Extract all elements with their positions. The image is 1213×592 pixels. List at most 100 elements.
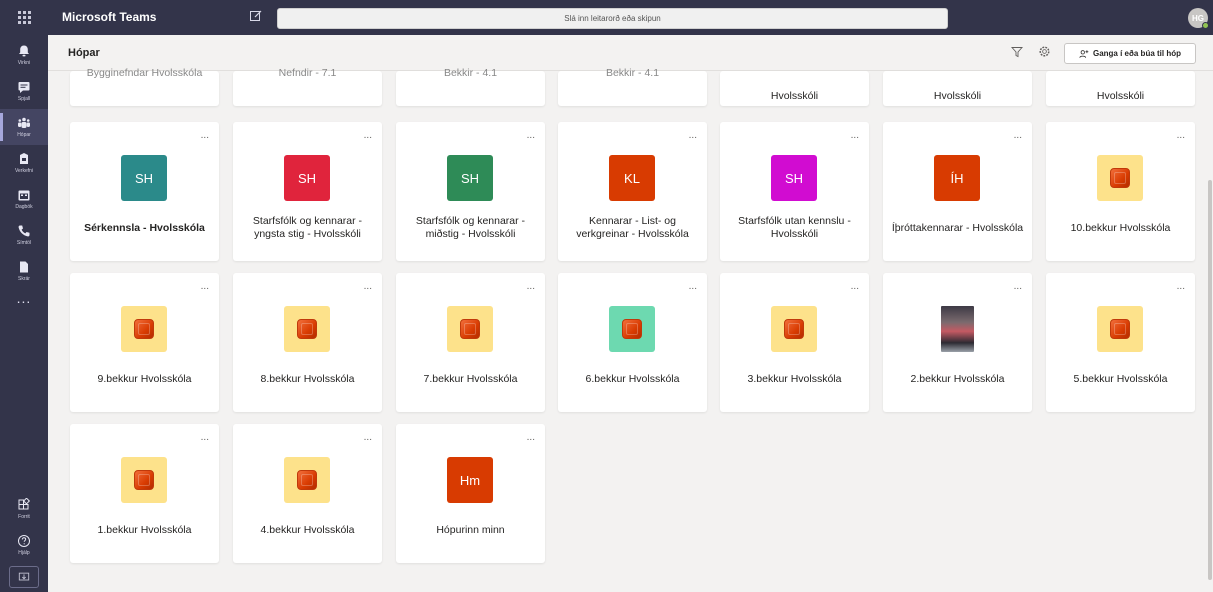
search-input[interactable]: Slá inn leitarorð eða skipun	[277, 8, 948, 29]
team-avatar	[121, 306, 167, 352]
team-card[interactable]: ... 5.bekkur Hvolsskóla	[1046, 273, 1195, 412]
team-card[interactable]: ... SH Starfsfólk og kennarar - miðstig …	[396, 122, 545, 261]
team-name: Bygginefndar Hvolsskóla	[86, 67, 203, 79]
team-initials: SH	[784, 170, 804, 186]
rail-label-apps: Forrit	[18, 514, 30, 520]
more-options-button[interactable]: ...	[851, 281, 859, 292]
team-card[interactable]: ... 2.bekkur Hvolsskóla	[883, 273, 1032, 412]
team-card[interactable]: Bygginefndar Hvolsskóla	[70, 67, 219, 106]
rail-item-activity[interactable]: Virkni	[0, 37, 48, 73]
team-card[interactable]: Hvolsskóli	[1046, 71, 1195, 106]
office-icon	[297, 319, 317, 339]
more-options-button[interactable]: ...	[364, 432, 372, 443]
team-avatar: SH	[121, 155, 167, 201]
team-card[interactable]: Hvolsskóli	[720, 71, 869, 106]
more-options-button[interactable]: ...	[527, 130, 535, 141]
team-card[interactable]: ... 4.bekkur Hvolsskóla	[233, 424, 382, 563]
rail-item-apps[interactable]: Forrit	[0, 491, 48, 527]
left-rail: Virkni Spjall Hópar Verkefni Dagbók Símt…	[0, 35, 48, 592]
team-card[interactable]: ... 3.bekkur Hvolsskóla	[720, 273, 869, 412]
rail-item-teams[interactable]: Hópar	[0, 109, 48, 145]
team-card[interactable]: ... SH Starfsfólk utan kennslu - Hvolssk…	[720, 122, 869, 261]
team-avatar: SH	[447, 155, 493, 201]
office-icon	[1110, 319, 1130, 339]
top-bar: Microsoft Teams Slá inn leitarorð eða sk…	[0, 0, 1213, 35]
rail-item-chat[interactable]: Spjall	[0, 73, 48, 109]
join-button-label: Ganga í eða búa til hóp	[1092, 49, 1181, 58]
team-card[interactable]: Hvolsskóli	[883, 71, 1032, 106]
team-card[interactable]: ... 7.bekkur Hvolsskóla	[396, 273, 545, 412]
compose-icon[interactable]	[249, 9, 263, 23]
office-icon	[134, 470, 154, 490]
teams-icon	[18, 117, 30, 128]
rail-item-assignments[interactable]: Verkefni	[0, 145, 48, 181]
team-name: Bekkir - 4.1	[443, 67, 498, 79]
team-name: Sérkennsla - Hvolsskóla	[84, 221, 205, 234]
team-card[interactable]: ... ÍH Íþróttakennarar - Hvolsskóla	[883, 122, 1032, 261]
download-icon	[18, 572, 30, 581]
team-name: 8.bekkur Hvolsskóla	[260, 372, 355, 385]
rail-label-files: Skrár	[18, 276, 30, 282]
team-card[interactable]: ... 10.bekkur Hvolsskóla	[1046, 122, 1195, 261]
download-app-button[interactable]	[9, 566, 39, 588]
team-name: 6.bekkur Hvolsskóla	[585, 372, 680, 385]
filter-icon[interactable]	[1011, 46, 1023, 58]
team-initials: SH	[134, 170, 154, 186]
calendar-icon	[18, 190, 30, 201]
more-options-button[interactable]: ...	[527, 432, 535, 443]
team-card[interactable]: ... 8.bekkur Hvolsskóla	[233, 273, 382, 412]
team-card[interactable]: Bekkir - 4.1	[558, 67, 707, 106]
team-initials: SH	[460, 170, 480, 186]
team-card[interactable]: ... 9.bekkur Hvolsskóla	[70, 273, 219, 412]
more-options-button[interactable]: ...	[851, 130, 859, 141]
team-avatar	[284, 306, 330, 352]
add-people-icon	[1079, 49, 1089, 58]
rail-item-calls[interactable]: Símtöl	[0, 217, 48, 253]
office-icon	[622, 319, 642, 339]
team-card[interactable]: ... KL Kennarar - List- og verkgreinar -…	[558, 122, 707, 261]
more-options-button[interactable]: ...	[1014, 281, 1022, 292]
more-options-button[interactable]: ...	[527, 281, 535, 292]
office-icon	[297, 470, 317, 490]
team-name: 1.bekkur Hvolsskóla	[97, 523, 192, 536]
user-initials: HG	[1192, 13, 1204, 23]
more-options-button[interactable]: ...	[201, 130, 209, 141]
rail-item-files[interactable]: Skrár	[0, 253, 48, 289]
more-options-button[interactable]: ...	[1177, 130, 1185, 141]
team-name: Íþróttakennarar - Hvolsskóla	[891, 221, 1024, 234]
gear-icon[interactable]	[1038, 45, 1051, 58]
more-options-button[interactable]: ...	[689, 130, 697, 141]
team-avatar	[1097, 306, 1143, 352]
user-avatar[interactable]: HG	[1188, 8, 1209, 29]
team-avatar	[284, 457, 330, 503]
team-card[interactable]: ... Hm Hópurinn minn	[396, 424, 545, 563]
rail-item-calendar[interactable]: Dagbók	[0, 181, 48, 217]
team-name: Hvolsskóli	[770, 90, 819, 102]
more-options-button[interactable]: ...	[1014, 130, 1022, 141]
team-avatar	[447, 306, 493, 352]
scrollbar[interactable]	[1208, 180, 1212, 580]
team-avatar	[121, 457, 167, 503]
more-options-button[interactable]: ...	[201, 432, 209, 443]
more-options-button[interactable]: ...	[689, 281, 697, 292]
app-launcher-button[interactable]	[0, 0, 48, 35]
rail-item-help[interactable]: Hjálp	[0, 527, 48, 563]
team-card[interactable]: ... 1.bekkur Hvolsskóla	[70, 424, 219, 563]
rail-more-button[interactable]: ...	[0, 290, 48, 306]
more-options-button[interactable]: ...	[201, 281, 209, 292]
more-options-button[interactable]: ...	[364, 281, 372, 292]
team-card[interactable]: Bekkir - 4.1	[396, 67, 545, 106]
apps-icon	[18, 498, 31, 510]
more-options-button[interactable]: ...	[364, 130, 372, 141]
team-avatar: KL	[609, 155, 655, 201]
more-options-button[interactable]: ...	[1177, 281, 1185, 292]
team-card[interactable]: ... SH Starfsfólk og kennarar - yngsta s…	[233, 122, 382, 261]
team-card[interactable]: ... 6.bekkur Hvolsskóla	[558, 273, 707, 412]
team-card[interactable]: ... SH Sérkennsla - Hvolsskóla	[70, 122, 219, 261]
join-or-create-team-button[interactable]: Ganga í eða búa til hóp	[1064, 43, 1196, 64]
team-name: 4.bekkur Hvolsskóla	[260, 523, 355, 536]
team-card[interactable]: Nefndir - 7.1	[233, 67, 382, 106]
phone-icon	[18, 225, 30, 237]
team-initials: SH	[297, 170, 317, 186]
chat-icon	[18, 82, 30, 93]
